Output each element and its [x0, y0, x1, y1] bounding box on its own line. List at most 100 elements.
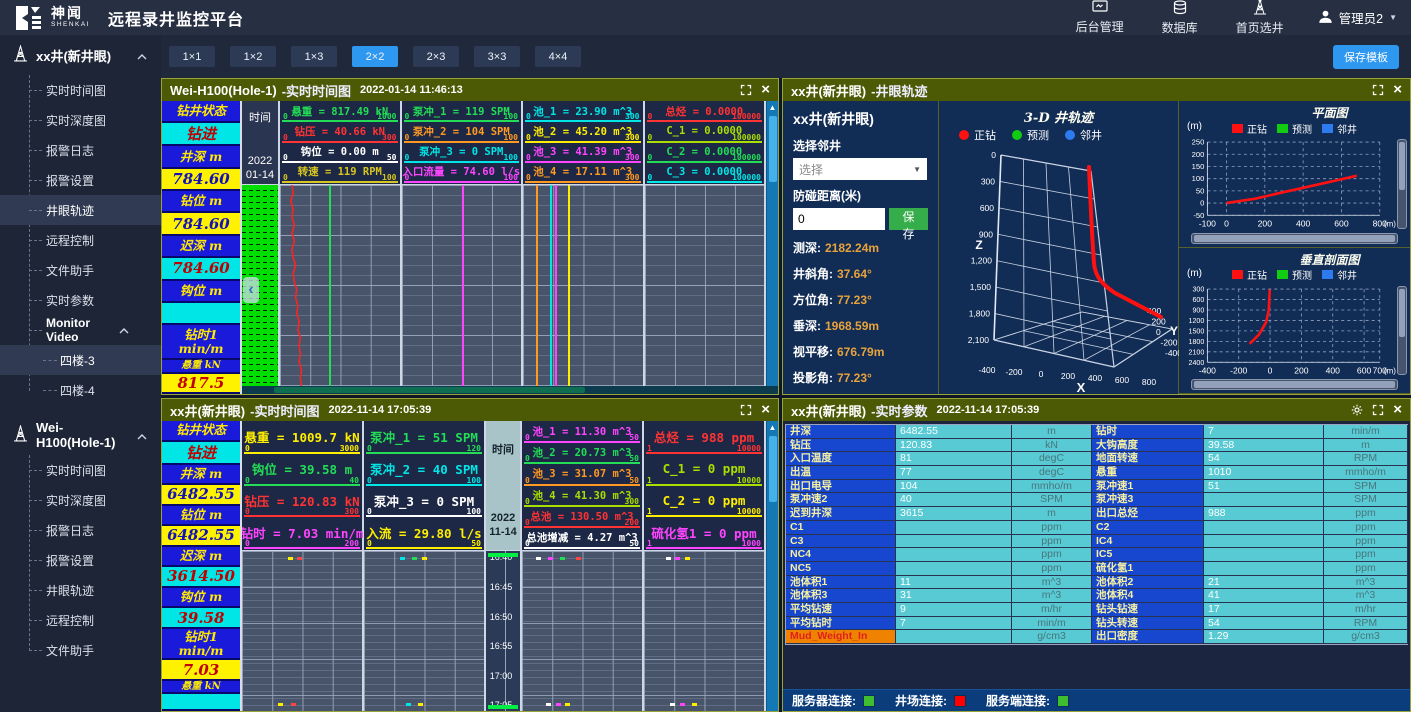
data-dot: [576, 557, 581, 560]
curve-min: 0: [245, 444, 250, 453]
horizontal-scrollbar[interactable]: [242, 386, 778, 394]
sidebar-item[interactable]: 报警日志: [0, 515, 161, 545]
sidebar-item[interactable]: 报警日志: [0, 135, 161, 165]
sidebar-well[interactable]: xx井(新井眼): [0, 35, 161, 75]
data-dot: [291, 703, 296, 706]
close-icon[interactable]: ×: [1393, 404, 1402, 416]
expand-icon[interactable]: [1372, 404, 1384, 416]
sidebar-well-name: Wei-H100(Hole-1): [36, 420, 129, 450]
curve-min: 0: [525, 476, 530, 485]
curve-label: 0悬重 = 1009.7 kN3000: [244, 422, 360, 454]
layout-button-1×2[interactable]: 1×2: [230, 46, 276, 67]
curve-name: 总池 = 130.50 m^3: [530, 509, 633, 524]
curve-name: 泵冲_1 = 119 SPM: [413, 104, 510, 119]
sidebar-item[interactable]: 井眼轨迹: [0, 575, 161, 605]
stat-label: 视平移:: [793, 345, 833, 359]
nav-label: 首页选井: [1236, 19, 1284, 36]
layout-button-1×3[interactable]: 1×3: [291, 46, 337, 67]
save-distance-button[interactable]: 保存: [889, 208, 928, 230]
chart-track: 0泵冲_1 = 51 SPM1200泵冲_2 = 40 SPM1000泵冲_3 …: [364, 421, 486, 711]
svg-text:1500: 1500: [1189, 327, 1205, 335]
legend-swatch: [959, 130, 969, 140]
scrollbar-thumb[interactable]: [1194, 381, 1395, 388]
curve-max: 50: [629, 454, 639, 463]
layout-button-2×2[interactable]: 2×2: [352, 46, 398, 67]
param-label: 钻时1 min/m: [162, 629, 240, 661]
scroll-back-handle[interactable]: ‹: [243, 277, 259, 303]
layout-button-2×3[interactable]: 2×3: [413, 46, 459, 67]
sidebar-item[interactable]: 实时时间图: [0, 75, 161, 105]
scrollbar-thumb[interactable]: [1194, 235, 1395, 242]
sidebar-item[interactable]: 实时深度图: [0, 105, 161, 135]
sidebar-item[interactable]: 报警设置: [0, 165, 161, 195]
curve-min: 0: [525, 497, 530, 506]
save-template-button[interactable]: 保存模板: [1333, 45, 1399, 69]
table-param-label: 平均钻时: [786, 617, 896, 631]
chevron-up-icon: [137, 48, 147, 63]
curve-name: 池_1 = 23.90 m^3: [533, 104, 632, 119]
table-param-unit: degC: [1012, 452, 1092, 466]
curve-line: [550, 185, 552, 386]
layout-button-4×4[interactable]: 4×4: [535, 46, 581, 67]
curve-label: 0池_3 = 41.39 m^3300: [525, 143, 641, 163]
close-icon[interactable]: ×: [761, 84, 770, 96]
table-param-label: 钻时: [1092, 425, 1204, 439]
sidebar-item[interactable]: 远程控制: [0, 225, 161, 255]
distance-input[interactable]: [793, 208, 885, 230]
database-icon: [1173, 0, 1187, 18]
scrollbar-thumb[interactable]: [1399, 142, 1405, 190]
user-menu[interactable]: 管理员2▼: [1318, 8, 1397, 27]
scrollbar-thumb[interactable]: [769, 116, 777, 182]
sidebar-item[interactable]: 实时参数: [0, 285, 161, 315]
svg-text:0: 0: [1268, 365, 1273, 375]
sidebar-item-group[interactable]: Monitor Video: [0, 315, 161, 345]
sidebar-item[interactable]: 实时深度图: [0, 485, 161, 515]
scroll-up-icon[interactable]: ▲: [769, 421, 777, 434]
panel-time-chart-1: Wei-H100(Hole-1) -实时时间图 2022-01-14 11:46…: [161, 78, 779, 395]
gear-icon[interactable]: [1351, 404, 1363, 416]
sidebar-item[interactable]: 井眼轨迹: [0, 195, 161, 225]
scrollbar-thumb[interactable]: [769, 436, 777, 502]
expand-icon[interactable]: [740, 404, 752, 416]
nav-admin-console[interactable]: 后台管理: [1076, 0, 1124, 35]
nav-well-select[interactable]: 首页选井: [1236, 0, 1284, 36]
legend-swatch: [1065, 130, 1075, 140]
curve-max: 200: [625, 518, 639, 527]
time-tick: 17:00: [486, 671, 516, 681]
sidebar-item[interactable]: 报警设置: [0, 545, 161, 575]
layout-button-3×3[interactable]: 3×3: [474, 46, 520, 67]
vertical-scrollbar[interactable]: ▲: [766, 101, 778, 386]
sidebar-well[interactable]: Wei-H100(Hole-1): [0, 415, 161, 455]
close-icon[interactable]: ×: [1393, 84, 1402, 96]
param-label: 悬重 kN: [162, 360, 240, 374]
neighbor-select[interactable]: 选择 ▼: [793, 158, 927, 180]
horizontal-scrollbar[interactable]: [1191, 379, 1398, 390]
track-header: 0泵冲_1 = 119 SPM1000泵冲_2 = 104 SPM1000泵冲_…: [402, 101, 522, 185]
table-param-label: 出口总烃: [1092, 507, 1204, 521]
sidebar-item[interactable]: 四楼-3: [0, 345, 161, 375]
vertical-scrollbar[interactable]: ▲: [766, 421, 778, 711]
sidebar-item[interactable]: 四楼-4: [0, 375, 161, 405]
sidebar-item[interactable]: 远程控制: [0, 605, 161, 635]
param-column: 钻井状态钻进井深 m784.60钻位 m784.60迟深 m784.60钩位 m…: [162, 101, 242, 394]
vertical-scrollbar[interactable]: [1397, 139, 1407, 229]
scrollbar-thumb[interactable]: [1399, 289, 1405, 337]
time-column-year: 2022: [491, 512, 515, 524]
close-icon[interactable]: ×: [761, 404, 770, 416]
table-param-value: [896, 630, 1012, 644]
table-param-label: 钻头转速: [1092, 617, 1204, 631]
table-param-value: 7: [1204, 425, 1324, 439]
vertical-scrollbar[interactable]: [1397, 286, 1407, 376]
nav-database[interactable]: 数据库: [1162, 0, 1198, 36]
curve-min: 0: [405, 112, 410, 121]
expand-icon[interactable]: [1372, 84, 1384, 96]
horizontal-scrollbar[interactable]: [1191, 233, 1398, 244]
sidebar-item[interactable]: 文件助手: [0, 255, 161, 285]
sidebar-item[interactable]: 文件助手: [0, 635, 161, 665]
layout-button-1×1[interactable]: 1×1: [169, 46, 215, 67]
scrollbar-thumb[interactable]: [274, 387, 585, 393]
sidebar-item[interactable]: 实时时间图: [0, 455, 161, 485]
scroll-up-icon[interactable]: ▲: [769, 101, 777, 114]
table-param-label: C3: [786, 535, 896, 549]
expand-icon[interactable]: [740, 84, 752, 96]
